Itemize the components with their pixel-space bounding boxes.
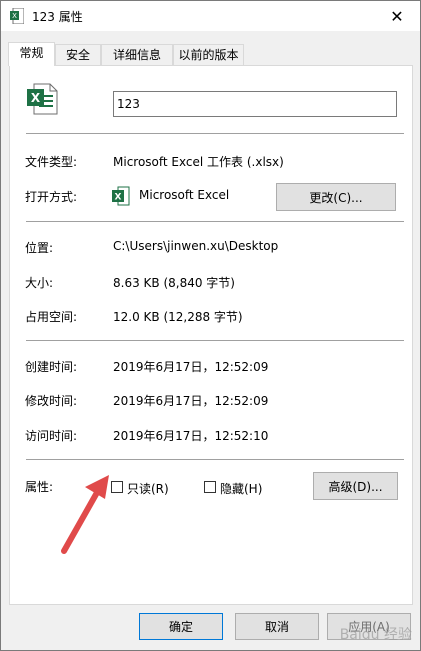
open-with-label: 打开方式: bbox=[25, 190, 78, 204]
modified-label: 修改时间: bbox=[25, 394, 78, 408]
size-label: 大小: bbox=[25, 276, 54, 290]
file-name-input[interactable] bbox=[113, 91, 397, 117]
svg-text:X: X bbox=[12, 12, 17, 20]
file-type-value: Microsoft Excel 工作表 (.xlsx) bbox=[113, 155, 284, 169]
open-with-value: Microsoft Excel bbox=[139, 188, 230, 202]
window-title: 123 属性 bbox=[32, 10, 83, 24]
excel-file-icon: X bbox=[10, 8, 24, 24]
tab-general[interactable]: 常规 bbox=[8, 42, 55, 66]
tab-previous-versions[interactable]: 以前的版本 bbox=[173, 44, 244, 65]
attributes-label: 属性: bbox=[25, 480, 54, 494]
title-bar: X 123 属性 ✕ bbox=[1, 1, 420, 31]
cancel-button[interactable]: 取消 bbox=[235, 613, 319, 640]
svg-text:X: X bbox=[115, 193, 122, 203]
ok-button[interactable]: 确定 bbox=[139, 613, 223, 640]
separator bbox=[26, 133, 404, 134]
tab-security[interactable]: 安全 bbox=[55, 44, 101, 65]
excel-app-icon: X bbox=[112, 186, 130, 206]
location-value: C:\Users\jinwen.xu\Desktop bbox=[113, 239, 279, 253]
advanced-button[interactable]: 高级(D)... bbox=[313, 472, 398, 500]
disk-size-value: 12.0 KB (12,288 字节) bbox=[113, 310, 243, 324]
baidu-watermark: Baidu 经验 bbox=[339, 627, 412, 643]
file-type-label: 文件类型: bbox=[25, 155, 78, 169]
svg-text:X: X bbox=[31, 91, 41, 105]
created-label: 创建时间: bbox=[25, 360, 78, 374]
accessed-label: 访问时间: bbox=[25, 429, 78, 443]
red-arrow-annotation bbox=[61, 475, 109, 554]
size-value: 8.63 KB (8,840 字节) bbox=[113, 276, 235, 290]
modified-value: 2019年6月17日，12:52:09 bbox=[113, 394, 269, 408]
close-icon: ✕ bbox=[390, 6, 404, 26]
close-button[interactable]: ✕ bbox=[374, 1, 420, 31]
disk-size-label: 占用空间: bbox=[25, 310, 78, 324]
separator bbox=[26, 340, 404, 341]
separator bbox=[26, 221, 404, 222]
properties-window: X 123 属性 ✕ 常规 安全 详细信息 以前的版本 X 文件类型: Micr… bbox=[0, 0, 421, 651]
change-button[interactable]: 更改(C)... bbox=[276, 183, 396, 211]
separator bbox=[26, 459, 404, 460]
accessed-value: 2019年6月17日，12:52:10 bbox=[113, 429, 269, 443]
tab-details[interactable]: 详细信息 bbox=[101, 44, 173, 65]
location-label: 位置: bbox=[25, 241, 54, 255]
excel-file-large-icon: X bbox=[27, 83, 58, 115]
hidden-label[interactable]: 隐藏(H) bbox=[220, 480, 262, 497]
readonly-label[interactable]: 只读(R) bbox=[127, 480, 169, 497]
created-value: 2019年6月17日，12:52:09 bbox=[113, 360, 269, 374]
hidden-checkbox[interactable] bbox=[204, 481, 216, 493]
